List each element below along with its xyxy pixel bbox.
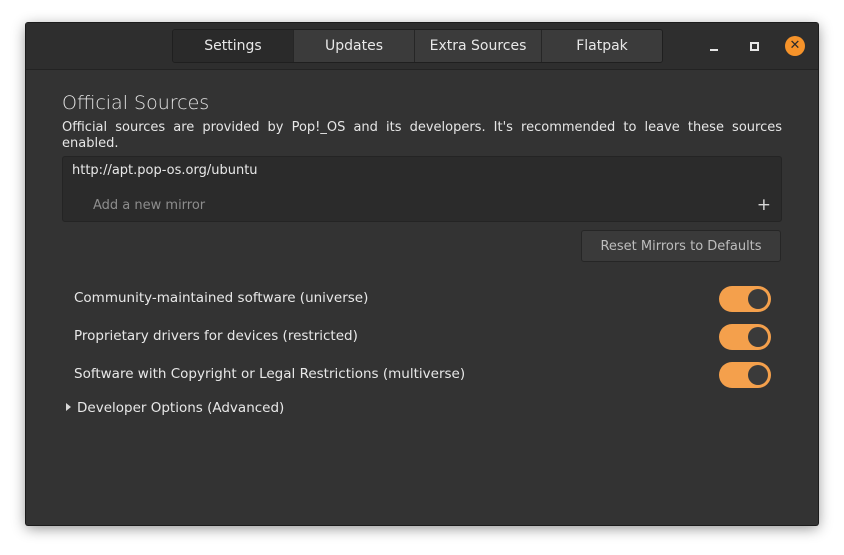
component-row-restricted: Proprietary drivers for devices (restric… (74, 324, 771, 350)
reset-mirrors-button[interactable]: Reset Mirrors to Defaults (581, 230, 781, 262)
tab-bar: Settings Updates Extra Sources Flatpak (172, 29, 663, 63)
component-row-multiverse: Software with Copyright or Legal Restric… (74, 362, 771, 388)
universe-toggle[interactable] (719, 286, 771, 312)
section-description: Official sources are provided by Pop!_OS… (62, 120, 782, 151)
minimize-icon (710, 49, 718, 51)
component-label: Software with Copyright or Legal Restric… (74, 366, 466, 382)
component-row-universe: Community-maintained software (universe) (74, 286, 771, 312)
tab-settings[interactable]: Settings (173, 30, 294, 62)
expander-label: Developer Options (Advanced) (77, 400, 285, 416)
multiverse-toggle[interactable] (719, 362, 771, 388)
tab-flatpak[interactable]: Flatpak (542, 30, 662, 62)
restricted-toggle[interactable] (719, 324, 771, 350)
mirror-list: http://apt.pop-os.org/ubuntu + (62, 156, 782, 222)
header-bar: Settings Updates Extra Sources Flatpak ✕ (26, 23, 818, 70)
component-label: Proprietary drivers for devices (restric… (74, 328, 358, 344)
close-icon: ✕ (789, 38, 801, 53)
toggle-knob (748, 327, 768, 347)
add-mirror-input[interactable] (93, 195, 693, 215)
developer-options-expander[interactable]: Developer Options (Advanced) (66, 400, 284, 416)
maximize-button[interactable] (745, 36, 765, 56)
settings-panel: Official Sources Official sources are pr… (26, 70, 818, 525)
tab-extra-sources[interactable]: Extra Sources (415, 30, 542, 62)
toggle-knob (748, 365, 768, 385)
plus-icon[interactable]: + (757, 195, 771, 215)
triangle-right-icon (66, 403, 71, 411)
software-sources-window: Settings Updates Extra Sources Flatpak ✕… (26, 23, 818, 525)
component-label: Community-maintained software (universe) (74, 290, 369, 306)
tab-updates[interactable]: Updates (294, 30, 415, 62)
maximize-icon (750, 42, 759, 51)
close-button[interactable]: ✕ (785, 36, 805, 56)
minimize-button[interactable] (705, 36, 725, 56)
mirror-item[interactable]: http://apt.pop-os.org/ubuntu (72, 163, 258, 178)
section-title: Official Sources (62, 92, 210, 114)
toggle-knob (748, 289, 768, 309)
